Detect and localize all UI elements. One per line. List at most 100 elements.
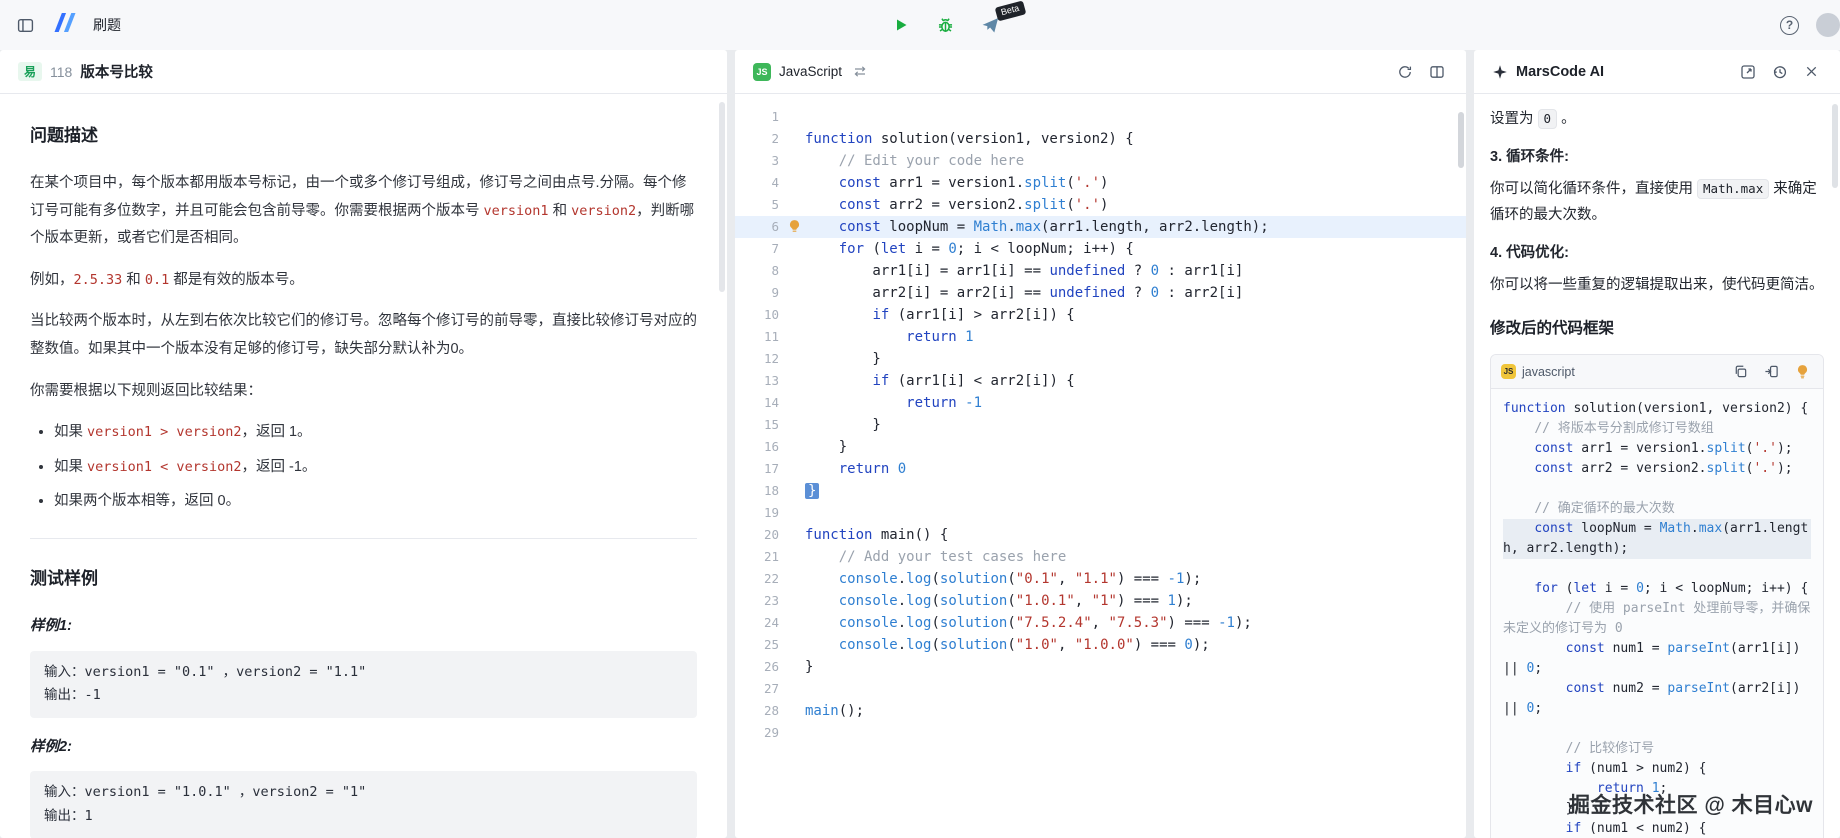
code-line[interactable]: 21 // Add your test cases here [735,546,1466,568]
code-line[interactable]: 19 [735,502,1466,524]
javascript-icon: JS [1501,364,1516,380]
code-line[interactable]: 2 function solution(version1, version2) { [735,128,1466,150]
code-line[interactable]: 26} [735,656,1466,678]
code-line[interactable]: 27 [735,678,1466,700]
code-line[interactable]: 28 main(); [735,700,1466,722]
avatar[interactable] [1816,13,1840,37]
line-number: 4 [771,175,779,190]
example-label: 样例1: [30,618,72,635]
open-chat-button[interactable] [1737,61,1759,83]
code-line[interactable]: 22 console.log(solution("0.1", "1.1") ==… [735,568,1466,590]
code-line[interactable]: 25 console.log(solution("1.0", "1.0.0") … [735,634,1466,656]
code-line[interactable]: 15 } [735,414,1466,436]
problem-title: 版本号比较 [80,65,153,81]
sidebar-toggle-button[interactable] [14,14,37,37]
nav-item-problems[interactable]: 刷题 [93,15,121,35]
line-text: return -1 [906,395,983,411]
suggestion-button[interactable] [1792,361,1813,382]
problem-header: 易 118 版本号比较 [0,50,727,94]
examples: 样例1: 输入：version1 = "0.1" ，version2 = "1.1… [30,613,697,838]
line-text: return 1 [906,329,974,345]
ai-code-line [1503,479,1811,499]
split-view-button[interactable] [1426,61,1448,83]
code-line[interactable]: 11 return 1 [735,326,1466,348]
line-number: 29 [763,725,779,740]
line-number: 15 [763,417,779,432]
line-text: const loopNum = Math.max(arr1.length, ar… [838,219,1269,235]
ai-code-line: // 比较修订号 [1565,741,1655,757]
debug-button[interactable] [933,13,958,38]
code-line[interactable]: 3 // Edit your code here [735,150,1466,172]
rule-item: 如果两个版本相等，返回 0。 [54,488,697,516]
line-text: // Edit your code here [838,153,1025,169]
example-box: 输入：version1 = "0.1" ，version2 = "1.1" 输出：… [30,650,697,718]
code-line[interactable]: 16 } [735,436,1466,458]
line-number: 9 [771,285,779,300]
line-text [779,678,805,700]
ai-code-line: // 将版本号分割成修订号数组 [1534,421,1714,437]
language-label: JavaScript [779,64,843,79]
code-line[interactable]: 13 if (arr1[i] < arr2[i]) { [735,370,1466,392]
lightbulb-icon[interactable] [787,219,802,234]
help-button[interactable]: ? [1777,13,1802,38]
code-line[interactable]: 24 console.log(solution("7.5.2.4", "7.5.… [735,612,1466,634]
ai-title: MarsCode AI [1516,63,1605,80]
problem-scrollbar[interactable] [719,102,725,292]
split-view-icon [1430,65,1444,78]
code-line[interactable]: 6 const loopNum = Math.max(arr1.length, … [735,216,1466,238]
close-panel-button[interactable] [1801,61,1822,82]
problem-paragraphs: 在某个项目中，每个版本都用版本号标记，由一个或多个修订号组成，修订号之间由点号.… [30,170,697,405]
line-text [779,722,805,744]
code-line[interactable]: 1 [735,106,1466,128]
copy-code-button[interactable] [1730,361,1751,382]
paragraph: 当比较两个版本时，从左到右依次比较它们的修订号。忽略每个修订号的前导零，直接比较… [30,313,697,358]
line-number: 5 [771,197,779,212]
topbar: 刷题 Beta ? [0,0,1840,50]
code-line[interactable]: 18} [735,480,1466,502]
open-in-new-icon [1741,64,1755,79]
editor-scrollbar[interactable] [1458,112,1464,168]
history-button[interactable] [1769,61,1791,83]
code-line[interactable]: 29 [735,722,1466,744]
beta-badge: Beta [995,0,1027,21]
line-number: 22 [763,571,779,586]
line-text: function solution(version1, version2) { [805,131,1134,147]
example-label: 样例2: [30,738,72,755]
ai-code-line: const loopNum = Math.max(arr1.length, ar… [1503,519,1811,560]
ai-code-line: function solution(version1, version2) { [1503,401,1809,417]
code-line[interactable]: 12 } [735,348,1466,370]
code-line[interactable]: 8 arr1[i] = arr1[i] == undefined ? 0 : a… [735,260,1466,282]
code-line[interactable]: 10 if (arr1[i] > arr2[i]) { [735,304,1466,326]
switch-language-button[interactable] [850,62,870,81]
ai-code: function solution(version1, version2) { … [1491,389,1823,838]
insert-code-button[interactable] [1761,361,1782,382]
swap-arrows-icon [854,66,866,77]
workspace: 易 118 版本号比较 问题描述 在某个项目中，每个版本都用版本号标记，由一个或… [0,50,1840,838]
javascript-icon: JS [753,62,771,81]
ai-scrollbar[interactable] [1832,104,1838,188]
line-number: 14 [763,395,779,410]
code-line[interactable]: 20 function main() { [735,524,1466,546]
line-number: 28 [763,703,779,718]
line-text: return 0 [838,461,907,477]
example-output: 输出：1 [44,808,93,825]
line-text: if (arr1[i] < arr2[i]) { [872,373,1075,389]
bug-icon [938,17,953,32]
ai-text: 设置为 0 。 [1490,109,1576,129]
run-button[interactable] [889,13,913,37]
line-text [779,502,805,524]
code-line[interactable]: 7 for (let i = 0; i < loopNum; i++) { [735,238,1466,260]
copy-icon [1735,366,1747,378]
code-line[interactable]: 17 return 0 [735,458,1466,480]
ai-code-line: if (num1 > num2) { [1565,761,1707,777]
code-line[interactable]: 5 const arr2 = version2.split('.') [735,194,1466,216]
code-line[interactable]: 23 console.log(solution("1.0.1", "1") ==… [735,590,1466,612]
line-number: 23 [763,593,779,608]
ai-text: 你可以将一些重复的逻辑提取出来，使代码更简洁。 [1490,277,1824,294]
code-line[interactable]: 9 arr2[i] = arr2[i] == undefined ? 0 : a… [735,282,1466,304]
reset-code-button[interactable] [1394,61,1416,83]
code-editor[interactable]: 1 2 function solution(version1, version2) … [735,94,1466,838]
code-line[interactable]: 14 return -1 [735,392,1466,414]
line-number: 26 [763,659,779,674]
code-line[interactable]: 4 const arr1 = version1.split('.') [735,172,1466,194]
